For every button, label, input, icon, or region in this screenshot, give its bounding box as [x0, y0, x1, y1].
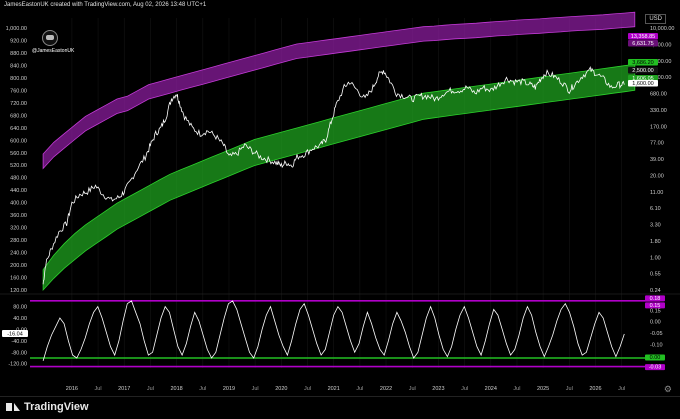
y-tick-label-left: 160.00	[10, 276, 27, 282]
tradingview-brand: TradingView	[24, 401, 89, 413]
y-tick-label-right: 3.30	[650, 223, 661, 229]
y-tick-label-right: 1.80	[650, 239, 661, 245]
y-tick-label-right: 0.24	[650, 288, 661, 294]
y-tick-label-left: 800.00	[10, 76, 27, 82]
osc-tick-label-right: -0.05	[650, 331, 663, 337]
y-tick-label-left: 520.00	[10, 163, 27, 169]
x-tick-label: 2019	[223, 386, 235, 392]
osc-current-label: -16.04	[7, 332, 23, 338]
currency-badge[interactable]: USD	[645, 14, 666, 24]
x-tick-label: 2025	[537, 386, 549, 392]
x-tick-label: Jul	[461, 386, 468, 392]
y-tick-label-left: 200.00	[10, 263, 27, 269]
y-tick-label-right: 1.00	[650, 255, 661, 261]
osc-tick-label-left: -40.00	[11, 339, 27, 345]
y-tick-label-left: 840.00	[10, 63, 27, 69]
y-tick-label-right: 170.00	[650, 124, 667, 130]
y-tick-label-right: 0.55	[650, 272, 661, 278]
chart-settings-icon[interactable]: ⚙	[664, 384, 672, 395]
osc-tick-label-left: -120.00	[8, 362, 27, 368]
osc-level-tag-label: 0.18	[650, 296, 661, 302]
osc-level-tag-label: -0.03	[649, 365, 662, 371]
y-tick-label-left: 920.00	[10, 38, 27, 44]
x-tick-label: Jul	[618, 386, 625, 392]
osc-tick-label-right: 0.15	[650, 308, 661, 314]
x-tick-label: Jul	[199, 386, 206, 392]
y-tick-label-left: 1,000.00	[6, 26, 27, 32]
x-tick-label: 2017	[118, 386, 130, 392]
y-tick-label-right: 6.10	[650, 206, 661, 212]
x-tick-label: 2018	[170, 386, 182, 392]
price-tag-label: 3,686.20	[632, 60, 653, 66]
osc-level-tag-label: 0.15	[650, 303, 661, 309]
chart-canvas: 1,000.00 920.00 880.00 840.00 800.00 760.00 72…	[0, 11, 680, 392]
footer: TradingView	[0, 396, 680, 419]
x-tick-label: 2023	[432, 386, 444, 392]
x-tick-label: Jul	[147, 386, 154, 392]
y-tick-label-right: 10,000.00	[650, 26, 674, 32]
price-tag-label: 6,631.75	[632, 41, 653, 47]
x-tick-label: 2026	[589, 386, 601, 392]
x-tick-label: Jul	[95, 386, 102, 392]
y-tick-label-left: 640.00	[10, 126, 27, 132]
x-tick-label: 2021	[328, 386, 340, 392]
y-tick-label-right: 39.00	[650, 157, 664, 163]
osc-tick-label-right: -0.10	[650, 343, 663, 349]
y-tick-label-left: 360.00	[10, 213, 27, 219]
y-tick-label-left: 680.00	[10, 113, 27, 119]
osc-tick-label-left: 80.00	[13, 305, 27, 311]
attribution-text: JamesEastonUK created with TradingView.c…	[4, 2, 207, 8]
x-tick-label: Jul	[304, 386, 311, 392]
tradingview-logo[interactable]: TradingView	[6, 401, 89, 413]
y-tick-label-left: 480.00	[10, 176, 27, 182]
y-tick-label-right: 680.00	[650, 92, 667, 98]
y-tick-label-left: 600.00	[10, 138, 27, 144]
price-tag-label: 13,358.85	[631, 34, 655, 40]
y-tick-label-left: 560.00	[10, 151, 27, 157]
x-tick-label: Jul	[252, 386, 259, 392]
hacker-avatar-icon	[42, 30, 58, 46]
x-tick-label: 2024	[485, 386, 497, 392]
x-tick-label: 2020	[275, 386, 287, 392]
avatar: @JamesEastonUK	[32, 30, 75, 54]
y-tick-label-right: 77.00	[650, 141, 664, 147]
y-tick-label-left: 880.00	[10, 51, 27, 57]
y-tick-label-left: 120.00	[10, 288, 27, 294]
price-tag-label: 2,500.00	[632, 68, 653, 74]
y-tick-label-left: 280.00	[10, 238, 27, 244]
x-tick-label: 2022	[380, 386, 392, 392]
osc-tick-label-left: 40.00	[13, 316, 27, 322]
y-tick-label-right: 20.00	[650, 173, 664, 179]
y-tick-label-left: 720.00	[10, 101, 27, 107]
x-tick-label: Jul	[566, 386, 573, 392]
y-tick-label-right: 330.00	[650, 108, 667, 114]
y-tick-label-right: 11.00	[650, 190, 663, 196]
y-tick-label-left: 320.00	[10, 226, 27, 232]
y-tick-label-left: 400.00	[10, 201, 27, 207]
y-tick-label-left: 240.00	[10, 251, 27, 257]
tradingview-logo-icon	[6, 403, 20, 411]
x-tick-label: 2016	[66, 386, 78, 392]
avatar-handle: @JamesEastonUK	[32, 48, 75, 54]
x-tick-label: Jul	[356, 386, 363, 392]
osc-tick-label-right: 0.00	[650, 320, 661, 326]
x-tick-label: Jul	[513, 386, 520, 392]
x-tick-label: Jul	[409, 386, 416, 392]
price-tag-label: 1,600.00	[632, 81, 653, 87]
y-tick-label-left: 760.00	[10, 88, 27, 94]
osc-tick-label-left: -80.00	[11, 350, 27, 356]
osc-level-tag-label: 0.00	[650, 355, 661, 361]
y-tick-label-left: 440.00	[10, 188, 27, 194]
